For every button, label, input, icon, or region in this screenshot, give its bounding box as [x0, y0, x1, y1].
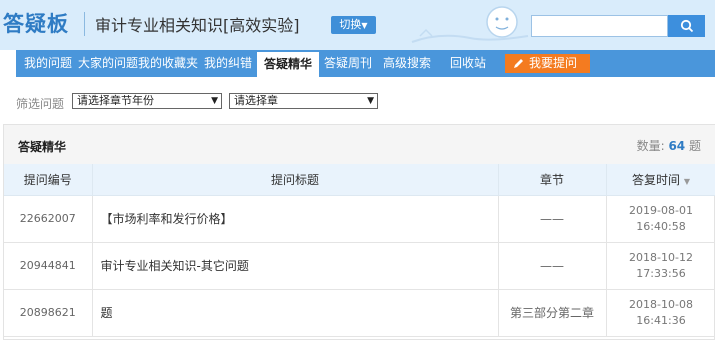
- search-icon: [680, 19, 693, 33]
- question-title[interactable]: 【市场利率和发行价格】: [92, 195, 499, 243]
- question-chapter: 第三部分第二章: [498, 289, 607, 337]
- ask-question-button[interactable]: 我要提问: [505, 54, 590, 73]
- reply-clock: 17:33:56: [636, 266, 686, 280]
- question-id: 22662007: [4, 195, 93, 243]
- nav-item-featured[interactable]: 答疑精华: [257, 50, 319, 77]
- questions-table: 提问编号 提问标题 章节 答复时间 ▼ 22662007 【市场利率和发行价格】…: [4, 164, 715, 337]
- question-count: 数量: 64 题: [637, 137, 701, 154]
- nav-item-recycle-bin[interactable]: 回收站: [450, 50, 486, 77]
- reply-date: 2018-10-08: [629, 297, 693, 311]
- nav-item-my-corrections[interactable]: 我的纠错: [204, 50, 252, 77]
- reply-time: 2018-10-08 16:41:36: [606, 289, 715, 337]
- header-divider: [84, 12, 85, 36]
- reply-clock: 16:40:58: [636, 219, 686, 233]
- table-row[interactable]: 22662007 【市场利率和发行价格】 —— 2019-08-01 16:40:…: [4, 195, 715, 243]
- main-nav: 我的问题 大家的问题 我的收藏夹 我的纠错 答疑精华 答疑周刊 高级搜索 回收站…: [0, 50, 715, 77]
- question-title[interactable]: 审计专业相关知识-其它问题: [92, 242, 499, 290]
- question-id: 20898621: [4, 289, 93, 337]
- header: 答疑板 审计专业相关知识[高效实验] 切换▼: [0, 0, 715, 50]
- nav-item-advanced-search[interactable]: 高级搜索: [383, 50, 431, 77]
- dropdown-arrow-icon: ▼: [211, 96, 218, 106]
- subject-title: 审计专业相关知识[高效实验]: [95, 16, 300, 35]
- year-select[interactable]: 请选择章节年份 ▼: [72, 93, 222, 109]
- panel-title: 答疑精华: [18, 140, 67, 154]
- column-header-reply-time-label: 答复时间: [632, 172, 681, 187]
- search-button[interactable]: [668, 15, 705, 37]
- ask-question-label: 我要提问: [529, 56, 578, 70]
- count-label: 数量:: [636, 139, 665, 153]
- nav-item-my-questions[interactable]: 我的问题: [24, 50, 72, 77]
- switch-button[interactable]: 切换▼: [331, 16, 376, 34]
- table-row[interactable]: 20898621 题 第三部分第二章 2018-10-08 16:41:36: [4, 289, 715, 337]
- reply-time: 2018-10-12 17:33:56: [606, 242, 715, 290]
- filter-label: 筛选问题: [16, 97, 65, 111]
- logo[interactable]: 答疑板: [3, 8, 69, 38]
- count-unit: 题: [688, 139, 701, 153]
- year-select-value: 请选择章节年份: [77, 94, 154, 107]
- count-value: 64: [668, 139, 686, 153]
- nav-item-weekly[interactable]: 答疑周刊: [324, 50, 372, 77]
- nav-item-all-questions[interactable]: 大家的问题: [78, 50, 138, 77]
- search-input[interactable]: [531, 15, 668, 37]
- reply-time: 2019-08-01 16:40:58: [606, 195, 715, 243]
- dropdown-arrow-icon: ▼: [367, 96, 374, 106]
- question-chapter: ——: [498, 242, 607, 290]
- chevron-down-icon: ▼: [361, 21, 368, 30]
- reply-clock: 16:41:36: [636, 313, 686, 327]
- reply-date: 2018-10-12: [629, 250, 693, 264]
- column-header-reply-time[interactable]: 答复时间 ▼: [606, 164, 715, 196]
- column-header-title: 提问标题: [92, 164, 499, 196]
- column-header-id: 提问编号: [4, 164, 93, 196]
- table-header-row: 提问编号 提问标题 章节 答复时间 ▼: [4, 164, 715, 196]
- chapter-select-value: 请选择章: [234, 94, 278, 107]
- nav-item-favorites[interactable]: 我的收藏夹: [138, 50, 198, 77]
- reply-date: 2019-08-01: [629, 203, 693, 217]
- cartoon-decoration: [411, 6, 529, 43]
- featured-panel: 答疑精华 数量: 64 题 提问编号 提问标题 章节 答复时间 ▼ 226620…: [3, 124, 715, 340]
- question-id: 20944841: [4, 242, 93, 290]
- sort-down-icon: ▼: [683, 176, 690, 186]
- question-chapter: ——: [498, 195, 607, 243]
- question-title[interactable]: 题: [92, 289, 499, 337]
- switch-label: 切换: [339, 18, 362, 31]
- filter-bar: 筛选问题 请选择章节年份 ▼ 请选择章 ▼: [0, 77, 715, 124]
- pencil-icon: [514, 59, 523, 68]
- chapter-select[interactable]: 请选择章 ▼: [229, 93, 378, 109]
- panel-header: 答疑精华 数量: 64 题: [4, 125, 715, 164]
- column-header-chapter: 章节: [498, 164, 607, 196]
- table-row[interactable]: 20944841 审计专业相关知识-其它问题 —— 2018-10-12 17:3…: [4, 242, 715, 290]
